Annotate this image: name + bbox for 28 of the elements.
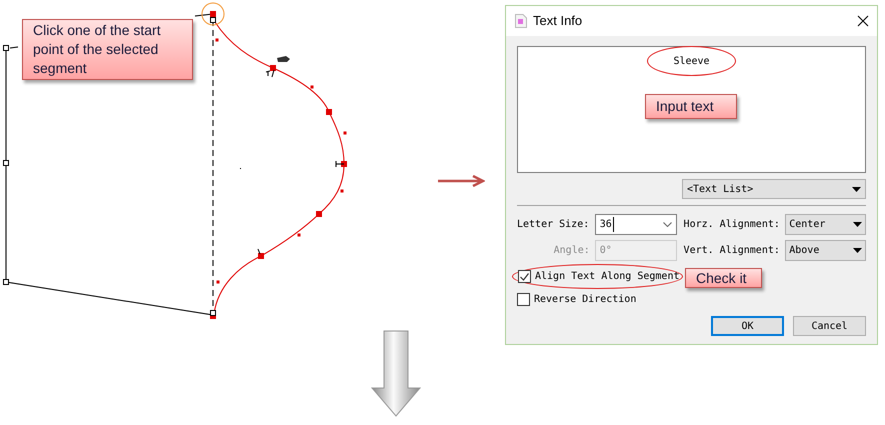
vert-alignment-dropdown[interactable]: Above	[785, 240, 866, 261]
check-icon	[520, 272, 529, 280]
horz-alignment-dropdown[interactable]: Center	[785, 214, 866, 235]
field-label: Letter Size:	[517, 218, 590, 232]
caret-icon	[852, 186, 861, 192]
callout: Click one of the start point of the selected segment	[22, 19, 193, 80]
checkbox[interactable]	[518, 270, 531, 283]
caret-icon	[853, 248, 862, 253]
field-label: Horz. Alignment:	[684, 218, 781, 232]
right-arrow-icon	[437, 175, 485, 187]
window-title: Text Info	[533, 12, 582, 30]
down-arrow-icon	[370, 330, 422, 418]
chevron-icon	[662, 222, 672, 227]
letter-size-combobox[interactable]: 36	[594, 214, 677, 235]
checkbox-label[interactable]: Align Text Along Segment	[535, 269, 680, 284]
field-label: Vert. Alignment:	[684, 244, 781, 258]
dialog-button[interactable]: Cancel	[793, 316, 866, 336]
callout: Input text	[645, 94, 737, 119]
checkbox-label[interactable]: Reverse Direction	[534, 292, 636, 306]
close-icon[interactable]	[857, 15, 869, 27]
dialog-button[interactable]: OK	[711, 316, 784, 336]
text-value: Sleeve	[647, 46, 736, 76]
text-list-dropdown[interactable]: <Text List>	[682, 179, 866, 199]
document-icon	[515, 14, 527, 28]
checkbox[interactable]	[517, 292, 530, 306]
field-label: Angle:	[552, 244, 590, 258]
callout: Check it	[685, 268, 762, 288]
caret-icon	[853, 222, 862, 227]
